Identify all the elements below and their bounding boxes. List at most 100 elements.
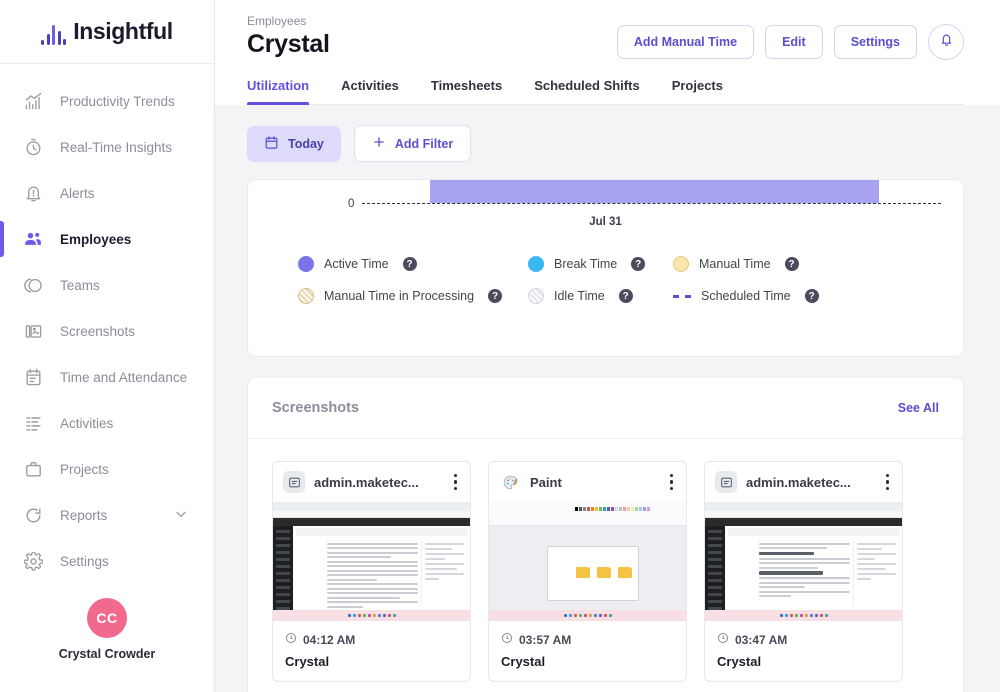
x-axis-tick-label: Jul 31	[589, 216, 622, 228]
edit-button[interactable]: Edit	[765, 25, 823, 59]
sidebar-item-projects[interactable]: Projects	[0, 446, 214, 492]
legend-item-idle-time[interactable]: Idle Time ?	[528, 288, 673, 304]
clock-icon	[717, 631, 729, 649]
screenshot-thumbnail[interactable]	[489, 502, 686, 621]
settings-button[interactable]: Settings	[833, 25, 917, 59]
sidebar: Insightful Productivity Trends Real-Time…	[0, 0, 215, 692]
header-actions: Add Manual Time Edit Settings	[616, 14, 964, 60]
help-icon[interactable]: ?	[488, 289, 503, 303]
screenshots-header: Screenshots See All	[248, 378, 963, 439]
screenshots-card: Screenshots See All admin.maketec... 04:…	[247, 377, 964, 692]
screenshot-time: 04:12 AM	[303, 633, 356, 647]
notifications-button[interactable]	[928, 24, 964, 60]
screenshot-meta: 03:57 AM	[489, 621, 686, 654]
screenshot-card-header: Paint	[489, 462, 686, 502]
screenshot-app-name: admin.maketec...	[746, 474, 851, 490]
clipboard-icon	[22, 366, 44, 388]
zero-baseline	[362, 203, 941, 204]
sidebar-item-label: Productivity Trends	[60, 93, 175, 109]
sidebar-item-label: Time and Attendance	[60, 369, 188, 385]
idle-time-swatch-icon	[528, 288, 544, 304]
breadcrumb[interactable]: Employees	[247, 14, 330, 28]
tab-projects[interactable]: Projects	[672, 78, 723, 104]
help-icon[interactable]: ?	[402, 257, 417, 271]
legend-row-1: Active Time ? Break Time ? Manual Time ?	[298, 256, 913, 272]
app-root: Insightful Productivity Trends Real-Time…	[0, 0, 1000, 692]
add-manual-time-button[interactable]: Add Manual Time	[616, 25, 755, 59]
screenshot-card[interactable]: admin.maketec...	[704, 461, 903, 682]
see-all-link[interactable]: See All	[898, 401, 939, 415]
legend-item-active-time[interactable]: Active Time ?	[298, 256, 528, 272]
photos-icon	[22, 320, 44, 342]
trend-chart-icon	[22, 90, 44, 112]
help-icon[interactable]: ?	[618, 289, 633, 303]
sidebar-item-label: Activities	[60, 415, 114, 431]
paint-palette-icon	[499, 471, 521, 493]
legend-label: Active Time	[324, 257, 389, 271]
tab-bar: Utilization Activities Timesheets Schedu…	[247, 78, 964, 105]
sidebar-item-screenshots[interactable]: Screenshots	[0, 308, 214, 354]
bar-active-time-jul-31[interactable]	[430, 180, 879, 203]
sidebar-item-label: Alerts	[60, 185, 95, 201]
chevron-down-icon[interactable]	[174, 507, 188, 524]
list-lines-icon	[22, 412, 44, 434]
legend-row-2: Manual Time in Processing ? Idle Time ? …	[298, 288, 913, 304]
sidebar-item-time-and-attendance[interactable]: Time and Attendance	[0, 354, 214, 400]
sidebar-user[interactable]: CC Crystal Crowder	[0, 598, 214, 661]
tab-utilization[interactable]: Utilization	[247, 78, 310, 105]
manual-time-swatch-icon	[673, 256, 689, 272]
legend-label: Scheduled Time	[701, 289, 791, 303]
screenshot-meta: 04:12 AM	[273, 621, 470, 654]
main-area: Employees Crystal Add Manual Time Edit S…	[215, 0, 1000, 692]
manual-time-processing-swatch-icon	[298, 288, 314, 304]
legend-item-manual-time-in-processing[interactable]: Manual Time in Processing ?	[298, 288, 528, 304]
bars-logo-icon	[41, 19, 67, 45]
kebab-menu-icon[interactable]	[883, 472, 893, 493]
screenshot-time: 03:57 AM	[519, 633, 572, 647]
screenshot-thumbnail[interactable]	[273, 502, 470, 621]
add-filter-label: Add Filter	[394, 136, 454, 151]
screenshot-card-header: admin.maketec...	[705, 462, 902, 502]
sidebar-item-real-time-insights[interactable]: Real-Time Insights	[0, 124, 214, 170]
legend-item-manual-time[interactable]: Manual Time ?	[673, 256, 799, 272]
sidebar-item-label: Real-Time Insights	[60, 139, 173, 155]
legend-label: Break Time	[554, 257, 618, 271]
sidebar-item-reports[interactable]: Reports	[0, 492, 214, 538]
sidebar-item-settings[interactable]: Settings	[0, 538, 214, 584]
today-filter-button[interactable]: Today	[247, 125, 341, 162]
screenshot-app-name: admin.maketec...	[314, 474, 419, 490]
screenshot-user: Crystal	[285, 654, 330, 669]
help-icon[interactable]: ?	[784, 257, 799, 271]
content-scroll: Today Add Filter 0 Jul 31 Active Time ? …	[215, 105, 1000, 692]
screenshot-card-header: admin.maketec...	[273, 462, 470, 502]
sidebar-item-teams[interactable]: Teams	[0, 262, 214, 308]
legend-item-break-time[interactable]: Break Time ?	[528, 256, 673, 272]
sidebar-item-label: Reports	[60, 507, 108, 523]
sidebar-item-alerts[interactable]: Alerts	[0, 170, 214, 216]
circle-arrow-icon	[22, 504, 44, 526]
filter-bar: Today Add Filter	[247, 125, 964, 162]
browser-window-icon	[283, 471, 305, 493]
tab-activities[interactable]: Activities	[341, 78, 399, 104]
add-filter-button[interactable]: Add Filter	[353, 125, 472, 162]
plus-icon	[372, 135, 386, 152]
legend-item-scheduled-time[interactable]: Scheduled Time ?	[673, 289, 819, 303]
avatar[interactable]: CC	[87, 598, 127, 638]
screenshot-card[interactable]: admin.maketec...	[272, 461, 471, 682]
kebab-menu-icon[interactable]	[451, 472, 461, 493]
brand-logo[interactable]: Insightful	[0, 0, 214, 64]
scheduled-time-dash-icon	[673, 294, 691, 298]
tab-timesheets[interactable]: Timesheets	[431, 78, 502, 104]
legend-label: Manual Time	[699, 257, 771, 271]
screenshot-thumbnail[interactable]	[705, 502, 902, 621]
tab-scheduled-shifts[interactable]: Scheduled Shifts	[534, 78, 639, 104]
utilization-chart-plot[interactable]: 0 Jul 31	[270, 180, 941, 250]
sidebar-item-productivity-trends[interactable]: Productivity Trends	[0, 78, 214, 124]
help-icon[interactable]: ?	[804, 289, 819, 303]
sidebar-item-employees[interactable]: Employees	[0, 216, 214, 262]
screenshots-grid: admin.maketec... 04:12 AM Crystal Paint …	[248, 439, 963, 682]
help-icon[interactable]: ?	[631, 257, 646, 271]
screenshot-card[interactable]: Paint 03:57 AM Crystal	[488, 461, 687, 682]
kebab-menu-icon[interactable]	[667, 472, 677, 493]
sidebar-item-activities[interactable]: Activities	[0, 400, 214, 446]
